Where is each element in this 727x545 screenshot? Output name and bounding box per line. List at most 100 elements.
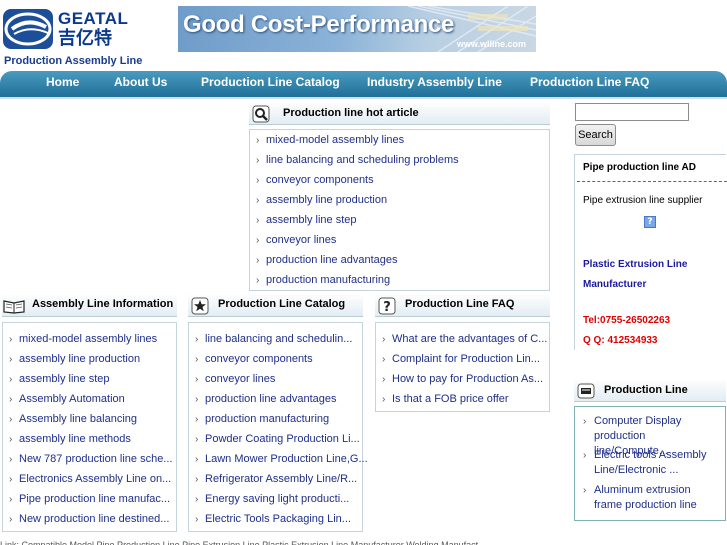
chevron-right-icon: › bbox=[9, 513, 13, 525]
list-item[interactable]: › Complaint for Production Lin... bbox=[382, 353, 540, 365]
list-item[interactable]: › conveyor components bbox=[256, 174, 374, 186]
info-panel-header: Assembly Line Information bbox=[2, 295, 177, 317]
list-item[interactable]: › assembly line production bbox=[9, 353, 140, 365]
info-panel-list: › mixed-model assembly lines › assembly li… bbox=[2, 322, 177, 532]
hot-article-list: › mixed-model assembly lines › line balanc… bbox=[249, 129, 550, 291]
chevron-right-icon: › bbox=[9, 353, 13, 365]
list-item[interactable]: › conveyor lines bbox=[256, 234, 336, 246]
list-item[interactable]: › What are the advantages of C... bbox=[382, 333, 547, 345]
list-item[interactable]: › mixed-model assembly lines bbox=[9, 333, 157, 345]
catalog-panel-header: Production Line Catalog bbox=[188, 295, 363, 317]
chevron-right-icon: › bbox=[9, 493, 13, 505]
logo-brand-cn: 吉亿特 bbox=[58, 28, 112, 49]
nav-production-line-faq[interactable]: Production Line FAQ bbox=[530, 75, 649, 89]
banner[interactable]: Good Cost-Performance www.wlline.com bbox=[178, 6, 536, 52]
list-item[interactable]: › Powder Coating Production Li... bbox=[195, 433, 360, 445]
chevron-right-icon: › bbox=[195, 473, 199, 485]
search-input[interactable] bbox=[575, 103, 689, 121]
chevron-right-icon: › bbox=[583, 485, 587, 496]
ad-phone: Tel:0755-26502263 bbox=[583, 315, 671, 326]
list-item[interactable]: › Refrigerator Assembly Line/R... bbox=[195, 473, 357, 485]
nav-industry-assembly-line[interactable]: Industry Assembly Line bbox=[367, 75, 502, 89]
chevron-right-icon: › bbox=[195, 353, 199, 365]
list-item[interactable]: › production line advantages bbox=[256, 254, 397, 266]
banner-headline: Good Cost-Performance bbox=[183, 11, 455, 38]
list-item[interactable]: › assembly line production bbox=[256, 194, 387, 206]
hot-article-title: Production line hot article bbox=[283, 107, 419, 119]
chevron-right-icon: › bbox=[195, 453, 199, 465]
list-item[interactable]: › Energy saving light producti... bbox=[195, 493, 349, 505]
nav-underline bbox=[0, 97, 727, 99]
chevron-right-icon: › bbox=[9, 373, 13, 385]
list-item[interactable]: › production manufacturing bbox=[195, 413, 329, 425]
book-icon bbox=[2, 295, 26, 317]
ad-line2[interactable]: Plastic Extrusion Line Manufacturer bbox=[583, 255, 713, 295]
list-item[interactable]: › Is that a FOB price offer bbox=[382, 393, 509, 405]
chevron-right-icon: › bbox=[9, 453, 13, 465]
list-item[interactable]: › Electric Tools Packaging Lin... bbox=[195, 513, 351, 525]
production-line-panel-title: Production Line bbox=[604, 384, 688, 396]
list-item[interactable]: › conveyor lines bbox=[195, 373, 275, 385]
list-item[interactable]: › production line advantages bbox=[195, 393, 336, 405]
ad-title: Pipe production line AD bbox=[583, 162, 696, 173]
chevron-right-icon: › bbox=[195, 513, 199, 525]
list-item[interactable]: › conveyor components bbox=[195, 353, 313, 365]
ad-line1[interactable]: Pipe extrusion line supplier bbox=[583, 195, 703, 206]
nav-home[interactable]: Home bbox=[46, 75, 79, 89]
catalog-panel-title: Production Line Catalog bbox=[218, 298, 346, 310]
list-item[interactable]: › Lawn Mower Production Line,G... bbox=[195, 453, 368, 465]
list-item[interactable]: › assembly line step bbox=[9, 373, 110, 385]
list-item[interactable]: › line balancing and scheduling problems bbox=[256, 154, 459, 166]
svg-text:?: ? bbox=[383, 300, 391, 315]
ad-divider bbox=[577, 181, 727, 182]
ad-qq: Q Q: 412534933 bbox=[583, 335, 658, 346]
chevron-right-icon: › bbox=[9, 333, 13, 345]
logo-mark-icon bbox=[2, 7, 54, 51]
list-item[interactable]: › assembly line methods bbox=[9, 433, 131, 445]
chevron-right-icon: › bbox=[382, 353, 386, 365]
site-logo[interactable]: GEATAL 吉亿特 bbox=[2, 6, 129, 52]
chevron-right-icon: › bbox=[256, 234, 260, 246]
broken-image-icon[interactable]: ? bbox=[644, 216, 656, 228]
list-item[interactable]: › Electronics Assembly Line on... bbox=[9, 473, 171, 485]
production-line-panel-list: › Computer Display production line/Comput… bbox=[574, 406, 726, 521]
chevron-right-icon: › bbox=[256, 174, 260, 186]
list-item[interactable]: › Aluminum extrusion frame production lin… bbox=[583, 483, 717, 513]
list-item[interactable]: › How to pay for Production As... bbox=[382, 373, 543, 385]
chevron-right-icon: › bbox=[195, 333, 199, 345]
list-item[interactable]: › production manufacturing bbox=[256, 274, 390, 286]
nav-about-us[interactable]: About Us bbox=[114, 75, 167, 89]
production-line-icon bbox=[574, 380, 598, 402]
chevron-right-icon: › bbox=[9, 413, 13, 425]
footer-links[interactable]: Link: Compatible Model Pipe Production L… bbox=[0, 538, 727, 545]
logo-brand-en: GEATAL bbox=[58, 9, 129, 28]
list-item[interactable]: › Pipe production line manufac... bbox=[9, 493, 170, 505]
chevron-right-icon: › bbox=[9, 473, 13, 485]
banner-url: www.wlline.com bbox=[456, 39, 526, 49]
list-item[interactable]: › Assembly Automation bbox=[9, 393, 125, 405]
list-item[interactable]: › New production line destined... bbox=[9, 513, 169, 525]
nav-production-line-catalog[interactable]: Production Line Catalog bbox=[201, 75, 340, 89]
list-item[interactable]: › New 787 production line sche... bbox=[9, 453, 172, 465]
main-navigation: Home About Us Production Line Catalog In… bbox=[0, 71, 727, 97]
hot-article-header: Production line hot article bbox=[249, 103, 550, 125]
magnifier-icon bbox=[249, 103, 273, 125]
star-icon bbox=[188, 295, 212, 317]
chevron-right-icon: › bbox=[256, 274, 260, 286]
catalog-panel-list: › line balancing and schedulin... › convey… bbox=[188, 322, 368, 532]
chevron-right-icon: › bbox=[9, 393, 13, 405]
search-button[interactable]: Search bbox=[575, 124, 616, 146]
chevron-right-icon: › bbox=[256, 194, 260, 206]
list-item[interactable]: › Electric tools Assembly Line/Electronic… bbox=[583, 448, 717, 478]
list-item[interactable]: › line balancing and schedulin... bbox=[195, 333, 352, 345]
list-item[interactable]: › assembly line step bbox=[256, 214, 357, 226]
list-item[interactable]: › Assembly line balancing bbox=[9, 413, 137, 425]
list-item[interactable]: › mixed-model assembly lines bbox=[256, 134, 404, 146]
chevron-right-icon: › bbox=[256, 154, 260, 166]
chevron-right-icon: › bbox=[195, 393, 199, 405]
faq-panel-header: ? Production Line FAQ bbox=[375, 295, 550, 317]
chevron-right-icon: › bbox=[583, 450, 587, 461]
faq-panel-title: Production Line FAQ bbox=[405, 298, 515, 310]
chevron-right-icon: › bbox=[382, 333, 386, 345]
question-icon: ? bbox=[375, 295, 399, 317]
